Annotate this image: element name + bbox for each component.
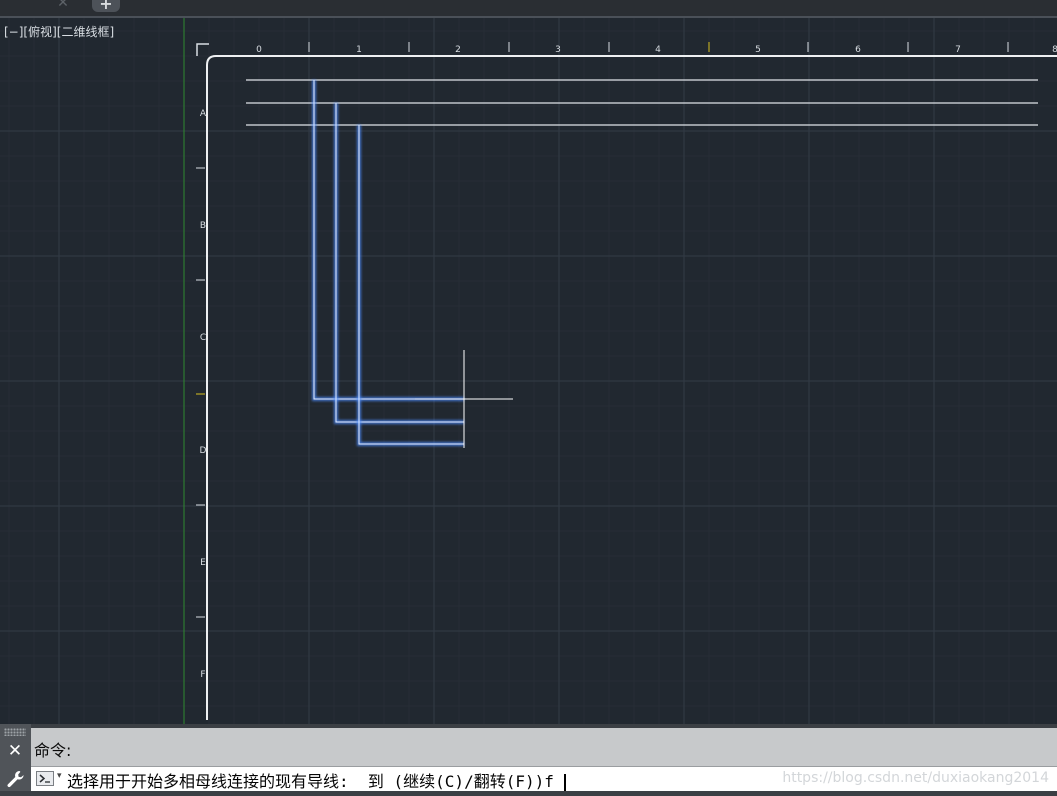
drag-handle-icon[interactable] [4, 728, 26, 736]
command-input-row[interactable]: ▾ 选择用于开始多相母线连接的现有导线: 到 (继续(C)/翻转(F))f ht… [31, 766, 1057, 792]
terminal-icon[interactable] [36, 771, 54, 786]
drawing-viewport[interactable]: 0 1 2 3 4 5 6 7 8 A B C D E F [−][俯视][二维线框] [0, 18, 1057, 724]
ruler-label-left: D [200, 446, 207, 456]
chevron-down-icon[interactable]: ▾ [57, 771, 62, 781]
watermark-text: https://blog.csdn.net/duxiaokang2014 [782, 770, 1049, 786]
command-panel-grip[interactable]: ✕ [0, 724, 31, 796]
document-tab-strip: ✕ + [0, 0, 1057, 18]
command-input-text[interactable]: 选择用于开始多相母线连接的现有导线: 到 (继续(C)/翻转(F))f [67, 772, 554, 791]
ruler-label-top: 4 [655, 45, 661, 55]
ruler-label-top: 0 [256, 45, 262, 55]
ruler-label-left: E [200, 558, 206, 568]
ruler-label-top: 7 [955, 45, 961, 55]
command-input[interactable]: 选择用于开始多相母线连接的现有导线: 到 (继续(C)/翻转(F))f [67, 768, 566, 792]
ruler-label-top: 6 [855, 45, 861, 55]
drawing-canvas[interactable]: 0 1 2 3 4 5 6 7 8 A B C D E F [0, 18, 1057, 724]
ruler-label-left: A [200, 109, 207, 119]
ruler-label-left: C [200, 333, 206, 343]
command-history-line: 命令: [31, 728, 1057, 766]
ruler-label-top: 1 [356, 45, 362, 55]
status-strip [0, 791, 1057, 796]
new-tab-button[interactable]: + [92, 0, 120, 13]
viewport-controls-label[interactable]: [−][俯视][二维线框] [4, 23, 114, 40]
command-line-panel: ✕ 命令: ▾ 选择用于开始多相母线连接的现有导线: 到 (继续(C)/翻转(F… [0, 724, 1057, 796]
ruler-label-left: F [200, 670, 205, 680]
ruler-label-left: B [200, 221, 206, 231]
close-tab-icon[interactable]: ✕ [52, 0, 74, 14]
close-icon[interactable]: ✕ [4, 740, 26, 762]
wrench-icon[interactable] [4, 768, 26, 790]
ruler-label-top: 5 [755, 45, 761, 55]
text-caret [563, 773, 566, 792]
ruler-label-top: 2 [455, 45, 461, 55]
ruler-label-top: 3 [555, 45, 561, 55]
ruler-label-top: 8 [1052, 45, 1057, 55]
